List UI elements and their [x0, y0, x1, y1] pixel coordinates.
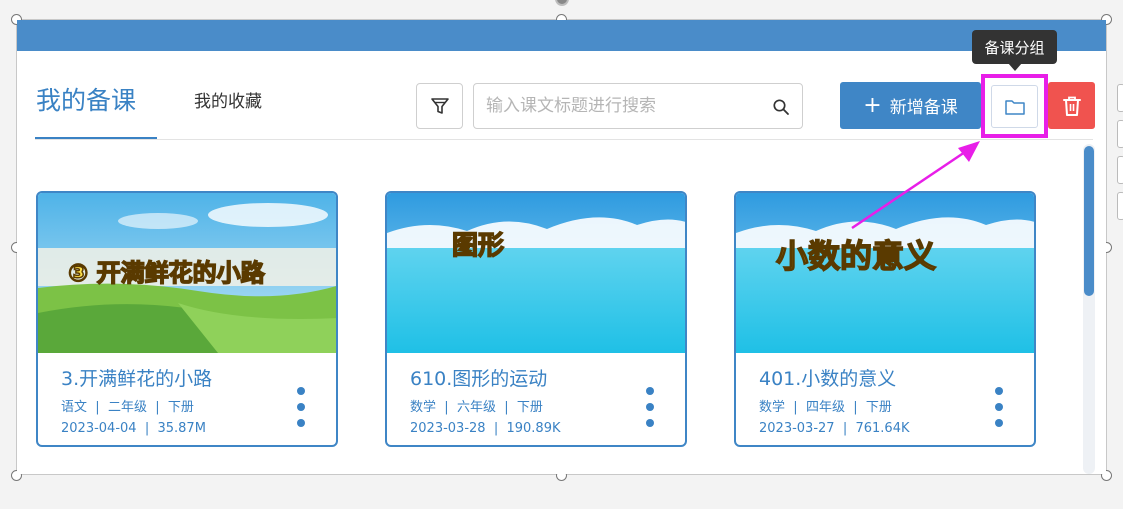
lesson-thumbnail: 小数的意义 [736, 193, 1034, 353]
side-tab[interactable] [1117, 84, 1123, 112]
side-tab[interactable] [1117, 192, 1123, 220]
more-options-icon[interactable] [991, 387, 1007, 427]
lesson-date-size: 2023-03-28 | 190.89K [410, 421, 561, 436]
side-tab[interactable] [1117, 156, 1123, 184]
folder-tooltip: 备课分组 [972, 30, 1057, 64]
lesson-card[interactable]: 图形 610.图形的运动 数学 | 六年级 | 下册 2023-03-28 | … [385, 191, 687, 447]
tab-my-favorites[interactable]: 我的收藏 [194, 87, 262, 112]
lesson-volume: 下册 [865, 400, 892, 415]
lesson-thumbnail: 图形 [387, 193, 685, 353]
lesson-date: 2023-03-28 [410, 421, 486, 436]
thumbnail-title-text: ③ 开满鲜花的小路 [67, 258, 265, 288]
lesson-thumbnail: ③ 开满鲜花的小路 [38, 193, 336, 353]
side-tab[interactable] [1117, 120, 1123, 148]
lesson-meta: 数学 | 六年级 | 下册 [410, 400, 543, 415]
add-lesson-label: 新增备课 [889, 98, 958, 118]
lesson-grade: 四年级 [805, 400, 845, 415]
thumbnail-title-text: 图形 [451, 230, 505, 262]
lesson-title[interactable]: 3.开满鲜花的小路 [61, 364, 212, 391]
lesson-title[interactable]: 610.图形的运动 [410, 364, 547, 391]
filter-button[interactable] [416, 83, 463, 129]
lesson-prep-panel: 我的备课 我的收藏 + 新增备课 备课分组 [17, 20, 1106, 474]
lesson-title[interactable]: 401.小数的意义 [759, 364, 896, 391]
add-lesson-button[interactable]: + 新增备课 [840, 82, 981, 129]
panel-top-bar [17, 20, 1106, 51]
search-input[interactable] [486, 92, 756, 120]
trash-icon [1062, 96, 1081, 116]
tooltip-arrow [1008, 63, 1022, 71]
lesson-subject: 数学 [759, 400, 786, 415]
lesson-date: 2023-03-27 [759, 421, 835, 436]
rotate-handle[interactable] [555, 0, 569, 6]
filter-icon [430, 98, 449, 114]
lesson-grade: 六年级 [456, 400, 496, 415]
lesson-volume: 下册 [516, 400, 543, 415]
lesson-date-size: 2023-04-04 | 35.87M [61, 421, 206, 436]
lesson-subject: 语文 [61, 400, 88, 415]
lesson-grade: 二年级 [107, 400, 147, 415]
tab-my-lessons[interactable]: 我的备课 [36, 81, 136, 117]
plus-icon: + [863, 92, 882, 118]
lesson-meta: 数学 | 四年级 | 下册 [759, 400, 892, 415]
lesson-date: 2023-04-04 [61, 421, 137, 436]
scrollbar-thumb[interactable] [1084, 146, 1094, 296]
lesson-volume: 下册 [167, 400, 194, 415]
annotation-highlight-box [981, 74, 1048, 138]
search-icon[interactable] [772, 98, 790, 116]
lesson-size: 190.89K [506, 421, 561, 436]
lesson-date-size: 2023-03-27 | 761.64K [759, 421, 910, 436]
lesson-subject: 数学 [410, 400, 437, 415]
lesson-card[interactable]: ③ 开满鲜花的小路 3.开满鲜花的小路 语文 | 二年级 | 下册 2023-0… [36, 191, 338, 447]
thumbnail-title-text: 小数的意义 [775, 236, 937, 276]
header-divider [35, 139, 1093, 140]
more-options-icon[interactable] [293, 387, 309, 427]
search-box [473, 83, 803, 129]
lesson-meta: 语文 | 二年级 | 下册 [61, 400, 194, 415]
delete-button[interactable] [1048, 82, 1095, 129]
lesson-size: 35.87M [157, 421, 206, 436]
more-options-icon[interactable] [642, 387, 658, 427]
lesson-size: 761.64K [855, 421, 910, 436]
lesson-card[interactable]: 小数的意义 401.小数的意义 数学 | 四年级 | 下册 2023-03-27… [734, 191, 1036, 447]
